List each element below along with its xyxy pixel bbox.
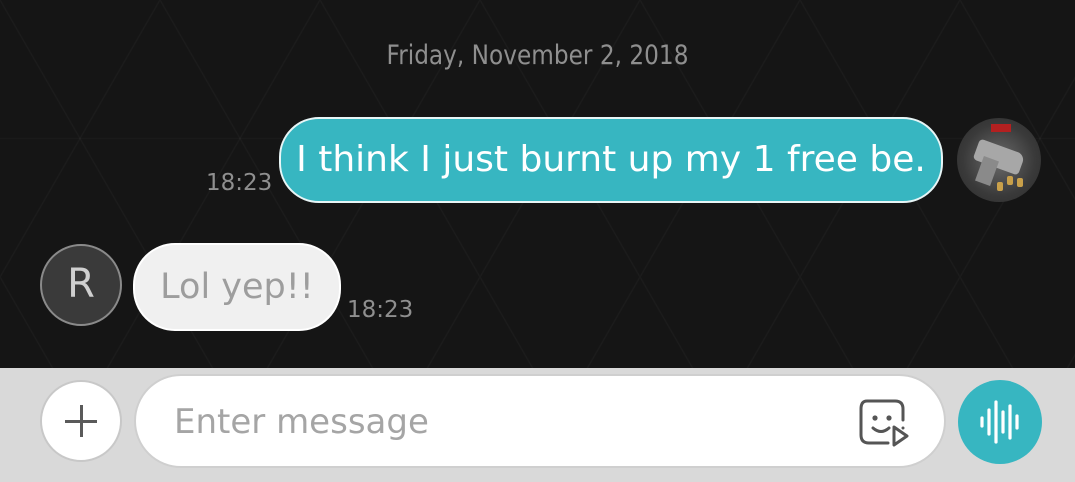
outgoing-message-time: 18:23 — [206, 170, 273, 196]
avatar-photo-detail — [1007, 176, 1013, 185]
incoming-message-bubble[interactable]: Lol yep!! — [133, 243, 341, 331]
voice-wave-icon — [980, 400, 1019, 444]
avatar-photo-detail — [997, 182, 1003, 191]
conversation-view[interactable]: Friday, November 2, 2018 I think I just … — [0, 0, 1075, 368]
avatar-photo-tag — [991, 124, 1011, 132]
message-input[interactable] — [172, 390, 836, 454]
incoming-message-time: 18:23 — [347, 297, 414, 323]
voice-input-button[interactable] — [958, 380, 1042, 464]
sticker-icon[interactable] — [858, 398, 910, 448]
message-input-container[interactable] — [134, 374, 946, 468]
outgoing-message-bubble[interactable]: I think I just burnt up my 1 free be. — [279, 117, 943, 203]
add-attachment-button[interactable] — [40, 380, 122, 462]
date-divider: Friday, November 2, 2018 — [386, 40, 689, 71]
my-avatar[interactable] — [957, 118, 1041, 202]
contact-avatar[interactable]: R — [40, 244, 122, 326]
avatar-photo-detail — [1017, 178, 1023, 187]
message-composer — [0, 368, 1075, 482]
